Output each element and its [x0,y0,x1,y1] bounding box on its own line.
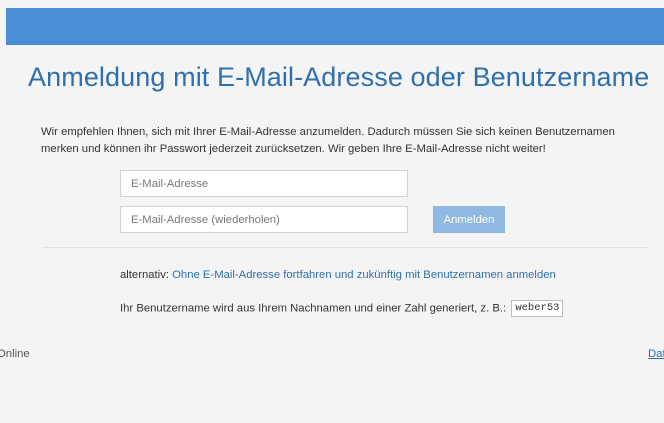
footer-right-link[interactable]: Dat [648,348,664,360]
footer-left-text: Online [0,348,30,360]
alternative-prefix: alternativ: [120,269,169,281]
intro-line-1: Wir empfehlen Ihnen, sich mit Ihrer E-Ma… [41,126,615,138]
username-info-text: Ihr Benutzername wird aus Ihrem Nachname… [120,302,507,315]
username-info: Ihr Benutzername wird aus Ihrem Nachname… [120,300,564,317]
intro-line-2: merken und können ihr Passwort jederzeit… [41,143,546,155]
header-bar [6,8,664,45]
username-login-link[interactable]: Ohne E-Mail-Adresse fortfahren und zukün… [172,269,556,281]
username-example: weber53 [511,300,564,317]
divider [42,247,648,248]
alternative-line: alternativ: Ohne E-Mail-Adresse fortfahr… [120,269,556,281]
email-input[interactable] [120,170,408,197]
page-title: Anmeldung mit E-Mail-Adresse oder Benutz… [28,62,650,92]
login-button[interactable]: Anmelden [433,206,505,233]
intro-text: Wir empfehlen Ihnen, sich mit Ihrer E-Ma… [41,124,651,158]
email-repeat-input[interactable] [120,206,408,233]
